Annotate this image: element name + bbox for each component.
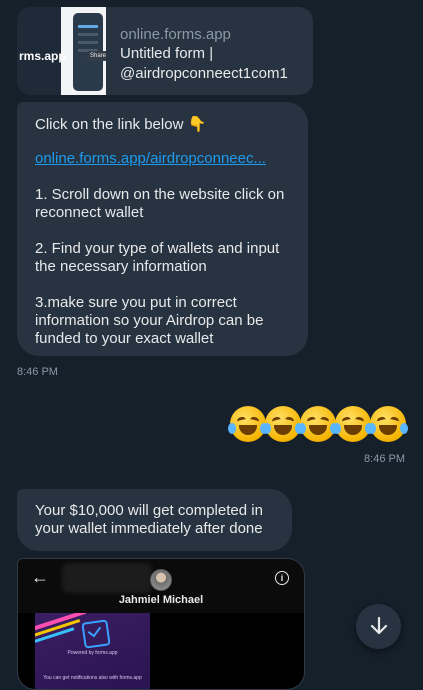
link-preview-card[interactable]: rms.app Share online.forms.app Untitled … [17,7,313,95]
sent-timestamp: 8:46 PM [364,453,405,465]
thumbnail-share-label: Share [87,51,106,61]
arrow-down-icon [370,616,388,635]
form-check-icon [81,619,111,649]
message-step-3: 3.make sure you put in correct informati… [35,294,264,347]
link-preview-thumbnail: rms.app Share [17,7,106,95]
link-preview-domain: online.forms.app [120,26,231,43]
link-preview-meta: online.forms.app Untitled form | @airdro… [120,25,305,84]
link-preview-title-line1: Untitled form | [120,45,214,62]
rolling-laughing-emoji-icon [333,406,373,442]
message-intro: Click on the link below 👇 [35,116,207,133]
link-preview-title-line2: @airdropconneect1com1 [120,65,288,82]
message-step-1: 1. Scroll down on the website click on r… [35,186,285,221]
forms-app-preview-image: Powered by forms.app You can get notific… [35,613,150,689]
preview-powered-text: Powered by forms.app [67,650,118,656]
sent-emoji-message [228,406,408,442]
scroll-to-bottom-button[interactable] [356,604,401,649]
thumbnail-brand-text: rms.app [19,49,66,63]
rolling-laughing-emoji-icon [368,406,408,442]
rolling-laughing-emoji-icon [228,406,268,442]
rolling-laughing-emoji-icon [298,406,338,442]
preview-notify-text: You can get notifications also with form… [43,675,142,681]
media-attachment[interactable]: ← Jahmiel Michael i Powered by forms.app… [17,558,305,690]
message-step-2: 2. Find your type of wallets and input t… [35,240,280,275]
profile-name: Jahmiel Michael [118,594,204,606]
avatar [150,569,172,591]
rolling-laughing-emoji-icon [263,406,303,442]
info-icon: i [275,571,289,585]
received-message-bubble: Click on the link below 👇 online.forms.a… [17,102,308,356]
arrow-left-icon: ← [31,567,49,587]
received-message-bubble-2: Your $10,000 will get completed in your … [17,489,292,551]
message-link[interactable]: online.forms.app/airdropconneec... [35,150,308,168]
blurred-region [62,563,152,593]
received-timestamp: 8:46 PM [17,366,58,378]
media-header: ← Jahmiel Michael i [18,559,304,613]
